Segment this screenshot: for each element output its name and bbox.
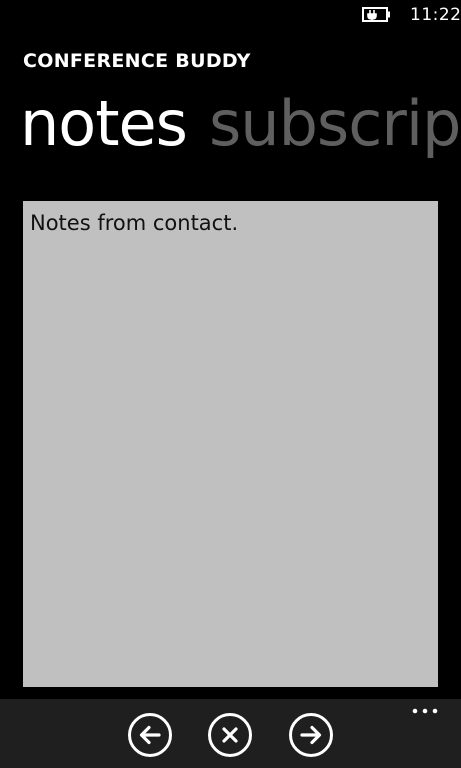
app-bar — [0, 699, 461, 768]
ellipsis-icon — [410, 703, 440, 722]
close-icon — [207, 712, 253, 758]
forward-arrow-icon — [288, 712, 334, 758]
more-options-button[interactable] — [410, 703, 440, 717]
battery-charging-icon — [362, 7, 392, 22]
status-bar: 11:22 — [0, 0, 461, 32]
notes-text: Notes from contact. — [30, 211, 239, 235]
cancel-button[interactable] — [207, 712, 253, 758]
pivot-header: notes subscript — [20, 84, 461, 164]
forward-button[interactable] — [288, 712, 334, 758]
pivot-item-notes[interactable]: notes — [20, 84, 188, 164]
pivot-item-subscriptions[interactable]: subscript — [209, 84, 461, 164]
back-arrow-icon — [127, 712, 173, 758]
notes-textbox[interactable]: Notes from contact. — [23, 201, 438, 687]
status-time: 11:22 — [410, 5, 461, 25]
back-button[interactable] — [127, 712, 173, 758]
app-title: CONFERENCE BUDDY — [23, 50, 251, 72]
